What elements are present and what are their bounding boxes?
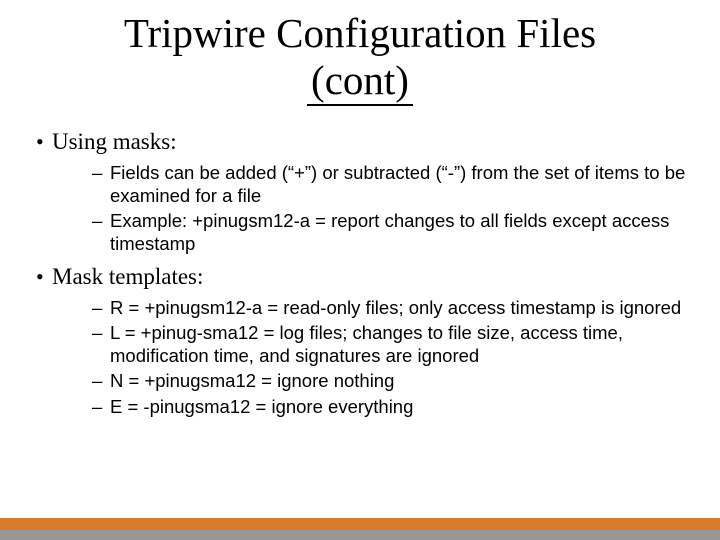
footer-accent-orange <box>0 518 720 530</box>
sub-bullet: Example: +pinugsm12-a = report changes t… <box>92 209 690 255</box>
bullet-text: Mask templates: <box>52 264 203 289</box>
sub-bullet: R = +pinugsm12-a = read-only files; only… <box>92 296 690 319</box>
slide: Tripwire Configuration Files (cont) Usin… <box>0 0 720 540</box>
footer-accent-gray <box>0 530 720 540</box>
sub-bullet: Fields can be added (“+”) or subtracted … <box>92 161 690 207</box>
bullet-using-masks: Using masks: Fields can be added (“+”) o… <box>30 128 690 255</box>
sub-bullet: L = +pinug-sma12 = log files; changes to… <box>92 321 690 367</box>
bullet-mask-templates: Mask templates: R = +pinugsm12-a = read-… <box>30 263 690 417</box>
bullet-text: Using masks: <box>52 129 177 154</box>
title-line-2: (cont) <box>307 57 413 106</box>
sub-bullet: N = +pinugsma12 = ignore nothing <box>92 369 690 392</box>
slide-body: Using masks: Fields can be added (“+”) o… <box>30 128 690 426</box>
sub-bullet: E = -pinugsma12 = ignore everything <box>92 395 690 418</box>
slide-title: Tripwire Configuration Files (cont) <box>0 10 720 106</box>
footer-bar <box>0 518 720 540</box>
title-line-1: Tripwire Configuration Files <box>124 10 596 56</box>
